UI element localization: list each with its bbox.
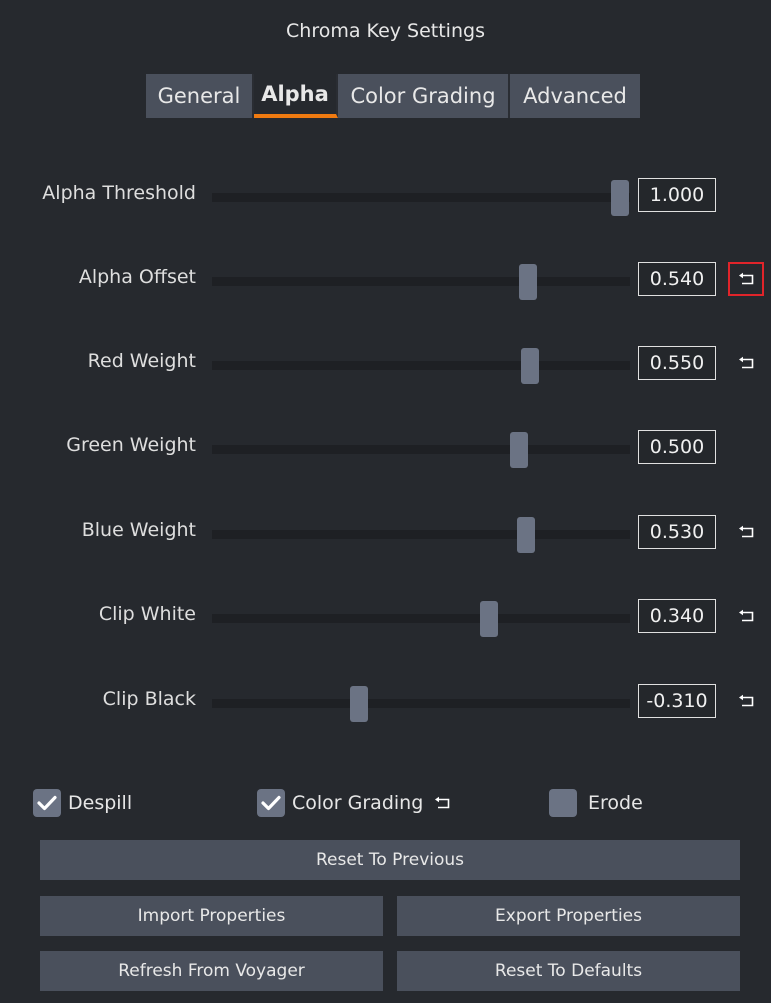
export-properties-button[interactable]: Export Properties — [397, 896, 740, 936]
reset-value-button[interactable] — [728, 346, 764, 380]
reset-value-button[interactable] — [728, 262, 764, 296]
chroma-key-settings-panel: Chroma Key Settings General Alpha Color … — [0, 0, 771, 1003]
slider-row: Alpha Offset 0.540 — [0, 258, 771, 302]
erode-checkbox[interactable]: Erode — [549, 786, 643, 820]
slider-value-field[interactable]: 0.530 — [638, 515, 716, 549]
slider-track[interactable] — [212, 686, 630, 722]
reset-to-default-icon — [739, 525, 754, 538]
erode-label: Erode — [588, 792, 643, 814]
checkmark-icon — [37, 795, 57, 811]
reset-to-default-icon — [739, 272, 754, 285]
despill-label: Despill — [68, 792, 133, 814]
slider-row: Red Weight 0.550 — [0, 342, 771, 386]
slider-label: Alpha Threshold — [42, 182, 196, 204]
tab-general[interactable]: General — [146, 74, 254, 118]
slider-label: Clip Black — [102, 688, 196, 710]
slider-handle[interactable] — [519, 264, 537, 300]
reset-value-button[interactable] — [728, 684, 764, 718]
slider-label: Clip White — [98, 603, 196, 625]
panel-title: Chroma Key Settings — [286, 20, 485, 42]
slider-value-field[interactable]: 0.340 — [638, 599, 716, 633]
color-grading-label: Color Grading — [292, 792, 424, 814]
slider-handle[interactable] — [521, 348, 540, 384]
slider-label: Alpha Offset — [78, 266, 196, 288]
option-checkboxes: Despill Color Grading Erode — [0, 786, 771, 820]
slider-row: Clip Black -0.310 — [0, 680, 771, 724]
tab-color-grading[interactable]: Color Grading — [338, 74, 510, 118]
despill-checkbox-box[interactable] — [33, 789, 61, 817]
tab-advanced[interactable]: Advanced — [510, 74, 640, 118]
slider-track[interactable] — [212, 180, 630, 216]
slider-value-field[interactable]: -0.310 — [638, 684, 716, 718]
slider-track[interactable] — [212, 517, 630, 553]
slider-row: Blue Weight 0.530 — [0, 511, 771, 555]
tab-bar: General Alpha Color Grading Advanced — [146, 74, 640, 118]
slider-row: Clip White 0.340 — [0, 595, 771, 639]
slider-handle[interactable] — [611, 180, 630, 216]
slider-label: Red Weight — [87, 350, 196, 372]
color-grading-reset-button[interactable] — [433, 796, 451, 810]
reset-to-previous-button[interactable]: Reset To Previous — [40, 840, 740, 880]
slider-value-field[interactable]: 1.000 — [638, 178, 716, 212]
reset-to-default-icon — [739, 609, 754, 622]
slider-track[interactable] — [212, 264, 630, 300]
tab-alpha[interactable]: Alpha — [254, 74, 338, 118]
reset-to-defaults-button[interactable]: Reset To Defaults — [397, 951, 740, 991]
slider-label: Green Weight — [66, 434, 196, 456]
erode-checkbox-box[interactable] — [549, 789, 577, 817]
despill-checkbox[interactable]: Despill — [33, 786, 132, 820]
slider-row: Alpha Threshold 1.000 — [0, 174, 771, 218]
import-properties-button[interactable]: Import Properties — [40, 896, 383, 936]
slider-track[interactable] — [212, 348, 630, 384]
slider-value-field[interactable]: 0.550 — [638, 346, 716, 380]
slider-label: Blue Weight — [81, 519, 196, 541]
reset-value-button[interactable] — [728, 599, 764, 633]
slider-handle[interactable] — [480, 601, 499, 637]
reset-to-default-icon — [739, 694, 754, 707]
reset-to-default-icon — [739, 356, 754, 369]
slider-handle[interactable] — [516, 517, 535, 553]
slider-handle[interactable] — [509, 432, 528, 468]
refresh-from-voyager-button[interactable]: Refresh From Voyager — [40, 951, 383, 991]
checkmark-icon — [261, 795, 281, 811]
slider-handle[interactable] — [350, 686, 369, 722]
reset-to-default-icon — [435, 796, 450, 809]
slider-value-field[interactable]: 0.540 — [638, 262, 716, 296]
slider-row: Green Weight 0.500 — [0, 426, 771, 470]
slider-track[interactable] — [212, 601, 630, 637]
slider-value-field[interactable]: 0.500 — [638, 430, 716, 464]
slider-track[interactable] — [212, 432, 630, 468]
color-grading-checkbox-box[interactable] — [257, 789, 285, 817]
color-grading-checkbox[interactable]: Color Grading — [257, 786, 451, 820]
reset-value-button[interactable] — [728, 515, 764, 549]
